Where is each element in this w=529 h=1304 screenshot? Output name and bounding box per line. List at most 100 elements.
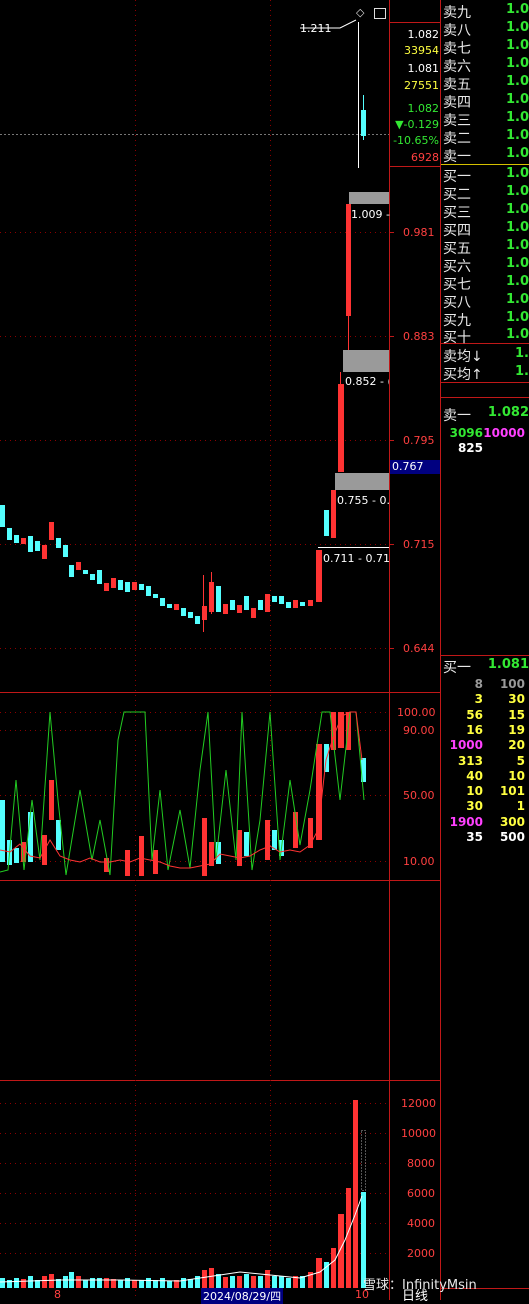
- bid-queue-header: 买一 1.081: [443, 657, 529, 676]
- ask-row-8[interactable]: 卖八 1.0: [443, 20, 529, 39]
- bid-queue-price: 1.081: [487, 657, 529, 672]
- volume-ma-line: [0, 1195, 363, 1283]
- bid-row-8[interactable]: 买八 1.0: [443, 292, 529, 311]
- high-price-label: 1.211: [300, 22, 332, 35]
- ask-label: 卖八: [443, 23, 471, 39]
- ask-row-7[interactable]: 卖七 1.0: [443, 38, 529, 57]
- ask-row-6[interactable]: 卖六 1.0: [443, 56, 529, 75]
- bid-queue-qty: 3: [474, 692, 483, 707]
- bid-queue-row: 8 100: [443, 677, 529, 693]
- quote-prev-close: 1.081: [407, 62, 440, 75]
- bid-row-10[interactable]: 买十 1.0: [443, 327, 529, 346]
- window-icon[interactable]: [374, 8, 386, 19]
- diamond-icon[interactable]: ◇: [356, 6, 364, 19]
- ask-price: 1.0: [505, 20, 529, 35]
- bid-label: 买一: [443, 169, 471, 185]
- indicator-axis-3: 50.00: [403, 789, 435, 802]
- bid-price: 1.0: [505, 292, 529, 307]
- x-axis-tick-left: 8: [54, 1288, 61, 1301]
- bid-queue-qty: 500: [499, 830, 525, 844]
- bid-label: 买三: [443, 205, 471, 221]
- current-price-tag: 0.767: [390, 460, 440, 474]
- bid-queue-qty: 101: [499, 784, 525, 799]
- volume-axis-6: 2000: [407, 1247, 435, 1260]
- bid-queue-qty: 19: [508, 722, 525, 737]
- ask-label: 卖六: [443, 59, 471, 75]
- ask-price: 1.0: [505, 56, 529, 71]
- bid-queue-qty: 100: [499, 677, 525, 691]
- bid-price: 1.0: [505, 184, 529, 199]
- bid-row-5[interactable]: 买五 1.0: [443, 238, 529, 257]
- ask-queue-header: 卖一 1.082: [443, 405, 529, 424]
- bid-queue-row: 1900 300: [443, 815, 529, 831]
- bid-queue-qty: 30: [466, 799, 483, 814]
- gap-label-4: 0.711 - 0.71: [323, 552, 389, 565]
- indicator-axis-1: 100.00: [397, 706, 436, 719]
- gap-label-1: 1.009 -: [351, 208, 390, 221]
- ask-queue-row-2: 825: [443, 441, 529, 457]
- ask-price: 1.0: [505, 110, 529, 125]
- quote-last: 1.082: [407, 102, 440, 115]
- ask-row-5[interactable]: 卖五 1.0: [443, 74, 529, 93]
- bid-queue-qty: 1: [516, 799, 525, 814]
- bid-queue-row: 313 5: [443, 754, 529, 770]
- bid-queue-qty: 5: [516, 753, 525, 768]
- ask-row-2[interactable]: 卖二 1.0: [443, 128, 529, 147]
- gap-label-3: 0.755 - 0.: [337, 494, 389, 507]
- ask-row-3[interactable]: 卖三 1.0: [443, 110, 529, 129]
- bid-queue-row: 10 101: [443, 784, 529, 800]
- ask-price: 1.0: [505, 74, 529, 89]
- ask-row-4[interactable]: 卖四 1.0: [443, 92, 529, 111]
- ask-label: 卖七: [443, 41, 471, 57]
- indicator-line-red: [0, 711, 363, 869]
- quote-change-pct: -10.65%: [393, 134, 439, 147]
- bid-row-6[interactable]: 买六 1.0: [443, 256, 529, 275]
- price-grid: [0, 0, 389, 1300]
- quote-amount: 27551: [404, 79, 439, 92]
- ask-row-1[interactable]: 卖一 1.0: [443, 146, 529, 165]
- bid-label: 买二: [443, 187, 471, 203]
- price-candles: [0, 22, 366, 632]
- volume-axis-2: 10000: [401, 1127, 436, 1140]
- quote-open: 1.082: [407, 28, 440, 41]
- bid-queue-qty: 15: [508, 707, 525, 722]
- ask-price: 1.0: [505, 146, 529, 161]
- ask-label: 卖二: [443, 131, 471, 147]
- price-axis-level-3: 0.795: [403, 434, 435, 447]
- volume-axis-5: 4000: [407, 1217, 435, 1230]
- bid-label: 买十: [443, 330, 471, 346]
- bid-queue-qty: 10: [508, 768, 525, 783]
- bid-queue-qty: 16: [466, 722, 483, 737]
- ask-queue-qty: 825: [457, 441, 483, 455]
- quote-volume: 33954: [404, 44, 439, 57]
- volume-bars: [0, 1100, 366, 1288]
- bid-queue-row: 56 15: [443, 708, 529, 724]
- bid-label: 买四: [443, 223, 471, 239]
- price-axis-level-5: 0.644: [403, 642, 435, 655]
- bid-average-price: 1.: [515, 364, 529, 379]
- ask-queue-qty: 3096: [449, 426, 483, 440]
- bid-queue-qty: 40: [466, 768, 483, 783]
- bid-row-3[interactable]: 买三 1.0: [443, 202, 529, 221]
- ask-price: 1.0: [505, 2, 529, 17]
- indicator-axis-2: 90.00: [403, 724, 435, 737]
- price-axis-level-2: 0.883: [403, 330, 435, 343]
- ask-label: 卖五: [443, 77, 471, 93]
- bid-price: 1.0: [505, 220, 529, 235]
- ask-average-row: 卖均↓ 1.: [443, 346, 529, 365]
- bid-label: 买八: [443, 295, 471, 311]
- bid-queue-row: 35 500: [443, 830, 529, 846]
- bid-row-4[interactable]: 买四 1.0: [443, 220, 529, 239]
- ask-label: 卖四: [443, 95, 471, 111]
- ask-row-9[interactable]: 卖九 1.0: [443, 2, 529, 21]
- bid-price: 1.0: [505, 274, 529, 289]
- volume-axis-3: 8000: [407, 1157, 435, 1170]
- bid-price: 1.0: [505, 256, 529, 271]
- bid-queue-qty: 56: [466, 707, 483, 722]
- bid-row-9[interactable]: 买九 1.0: [443, 310, 529, 329]
- bid-row-1[interactable]: 买一 1.0: [443, 166, 529, 185]
- bid-row-7[interactable]: 买七 1.0: [443, 274, 529, 293]
- bid-price: 1.0: [505, 238, 529, 253]
- x-axis-date: 2024/08/29/四: [201, 1288, 284, 1304]
- bid-row-2[interactable]: 买二 1.0: [443, 184, 529, 203]
